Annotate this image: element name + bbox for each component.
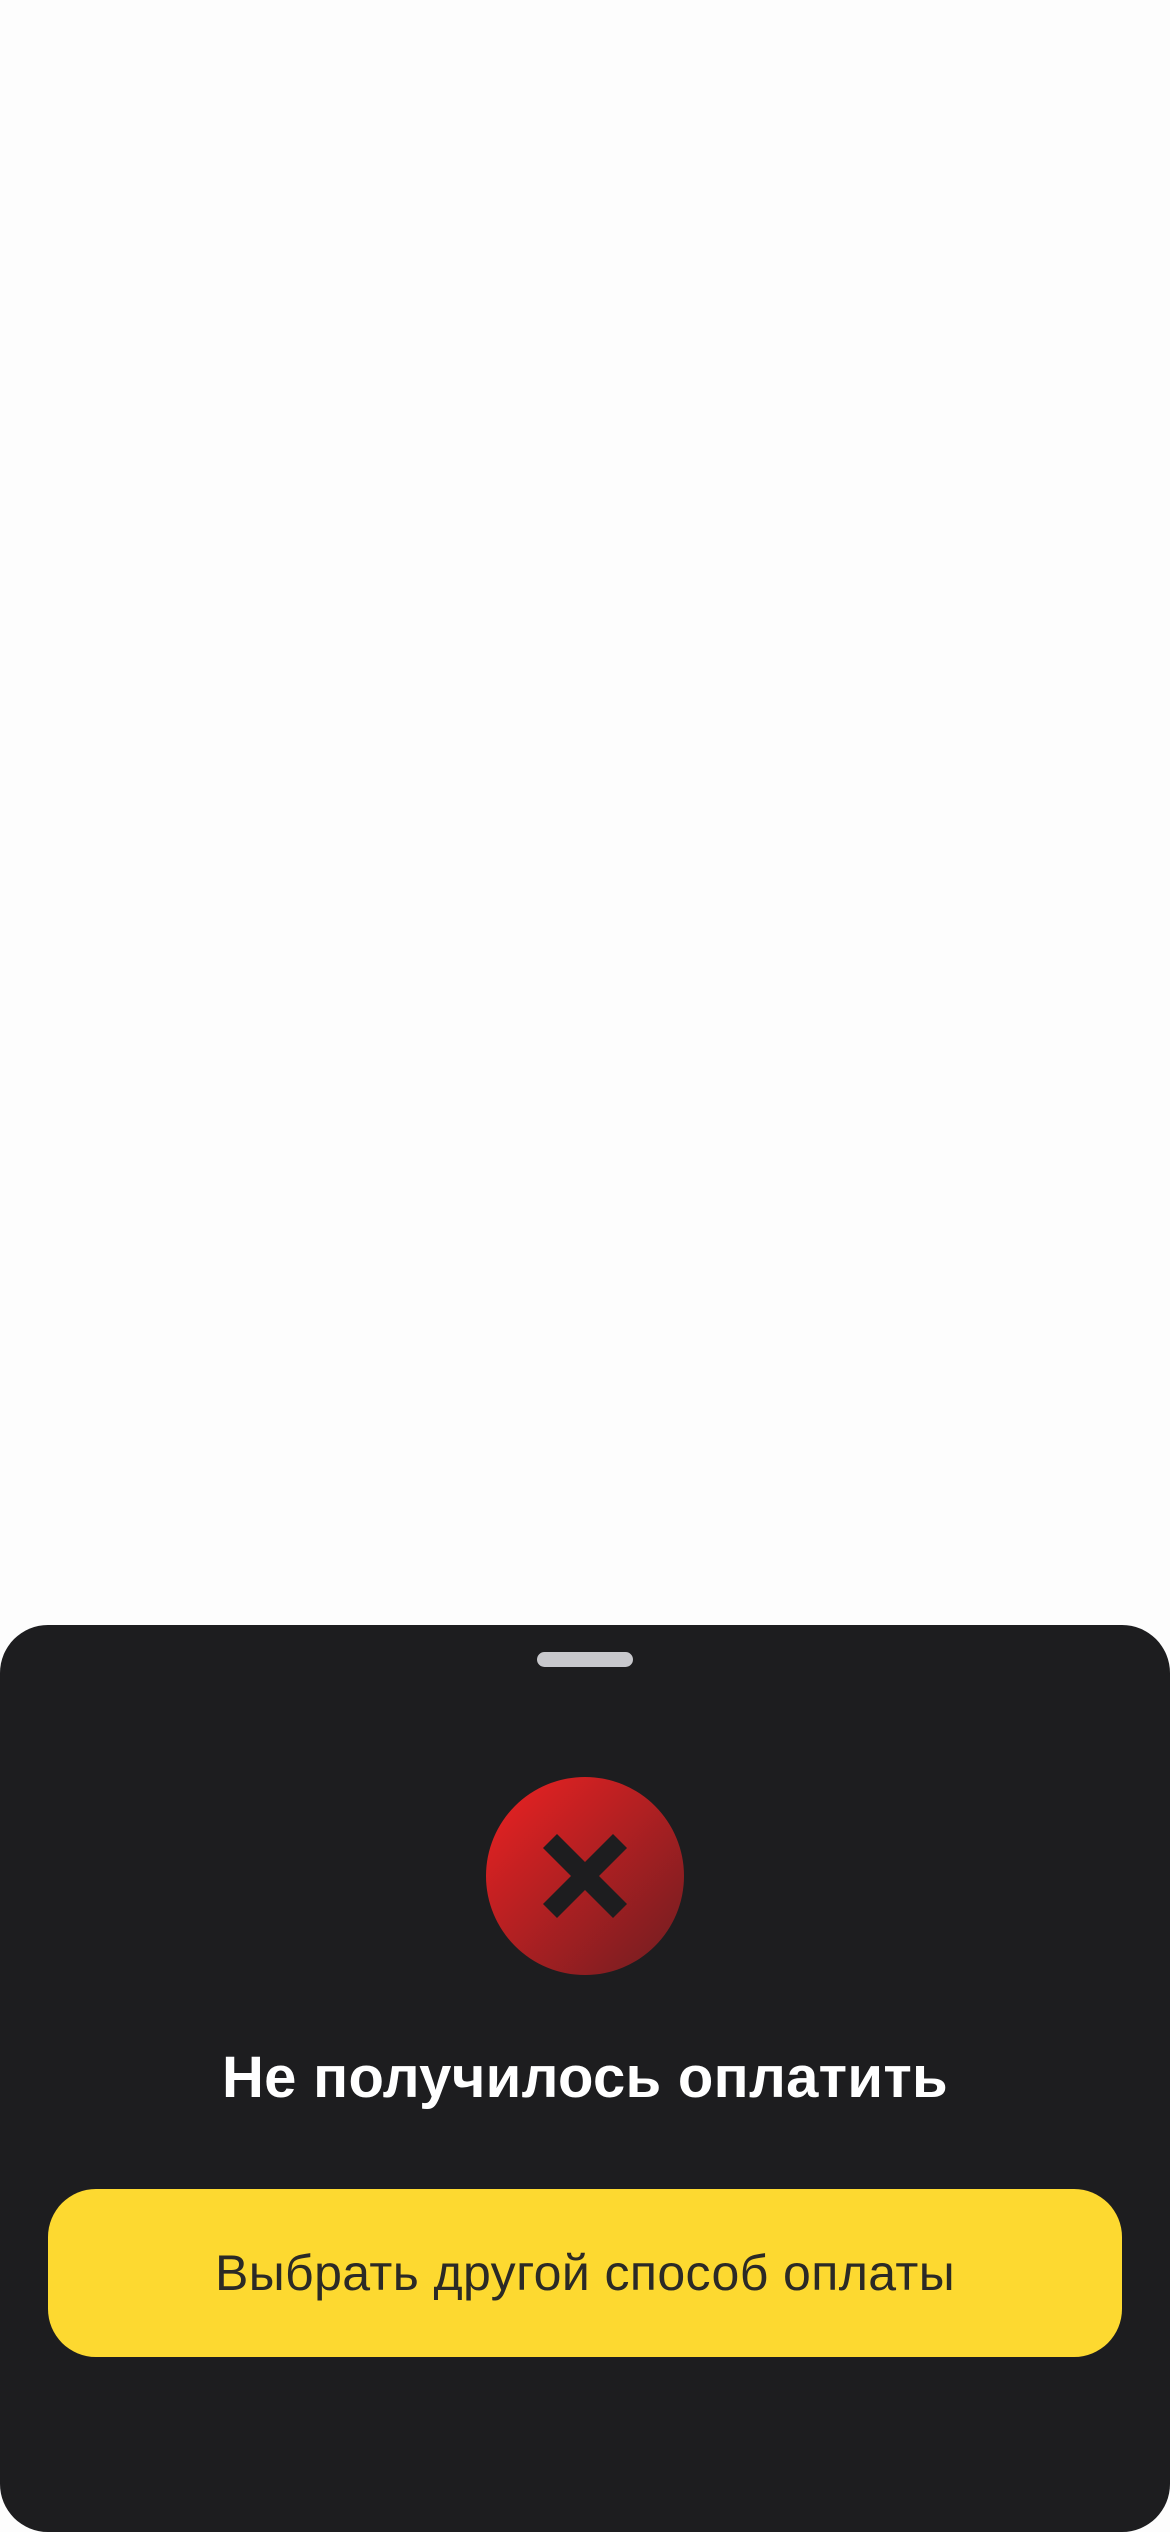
background-area[interactable] — [0, 0, 1170, 1625]
payment-error-bottom-sheet: Не получилось оплатить Выбрать другой сп… — [0, 1625, 1170, 2532]
payment-failed-title: Не получилось оплатить — [222, 2045, 948, 2110]
choose-other-payment-method-label: Выбрать другой способ оплаты — [214, 2245, 956, 2301]
sheet-grabber-handle[interactable] — [537, 1652, 633, 1667]
choose-other-payment-method-button[interactable]: Выбрать другой способ оплаты — [48, 2189, 1122, 2357]
error-x-circle-icon — [486, 1777, 684, 1975]
